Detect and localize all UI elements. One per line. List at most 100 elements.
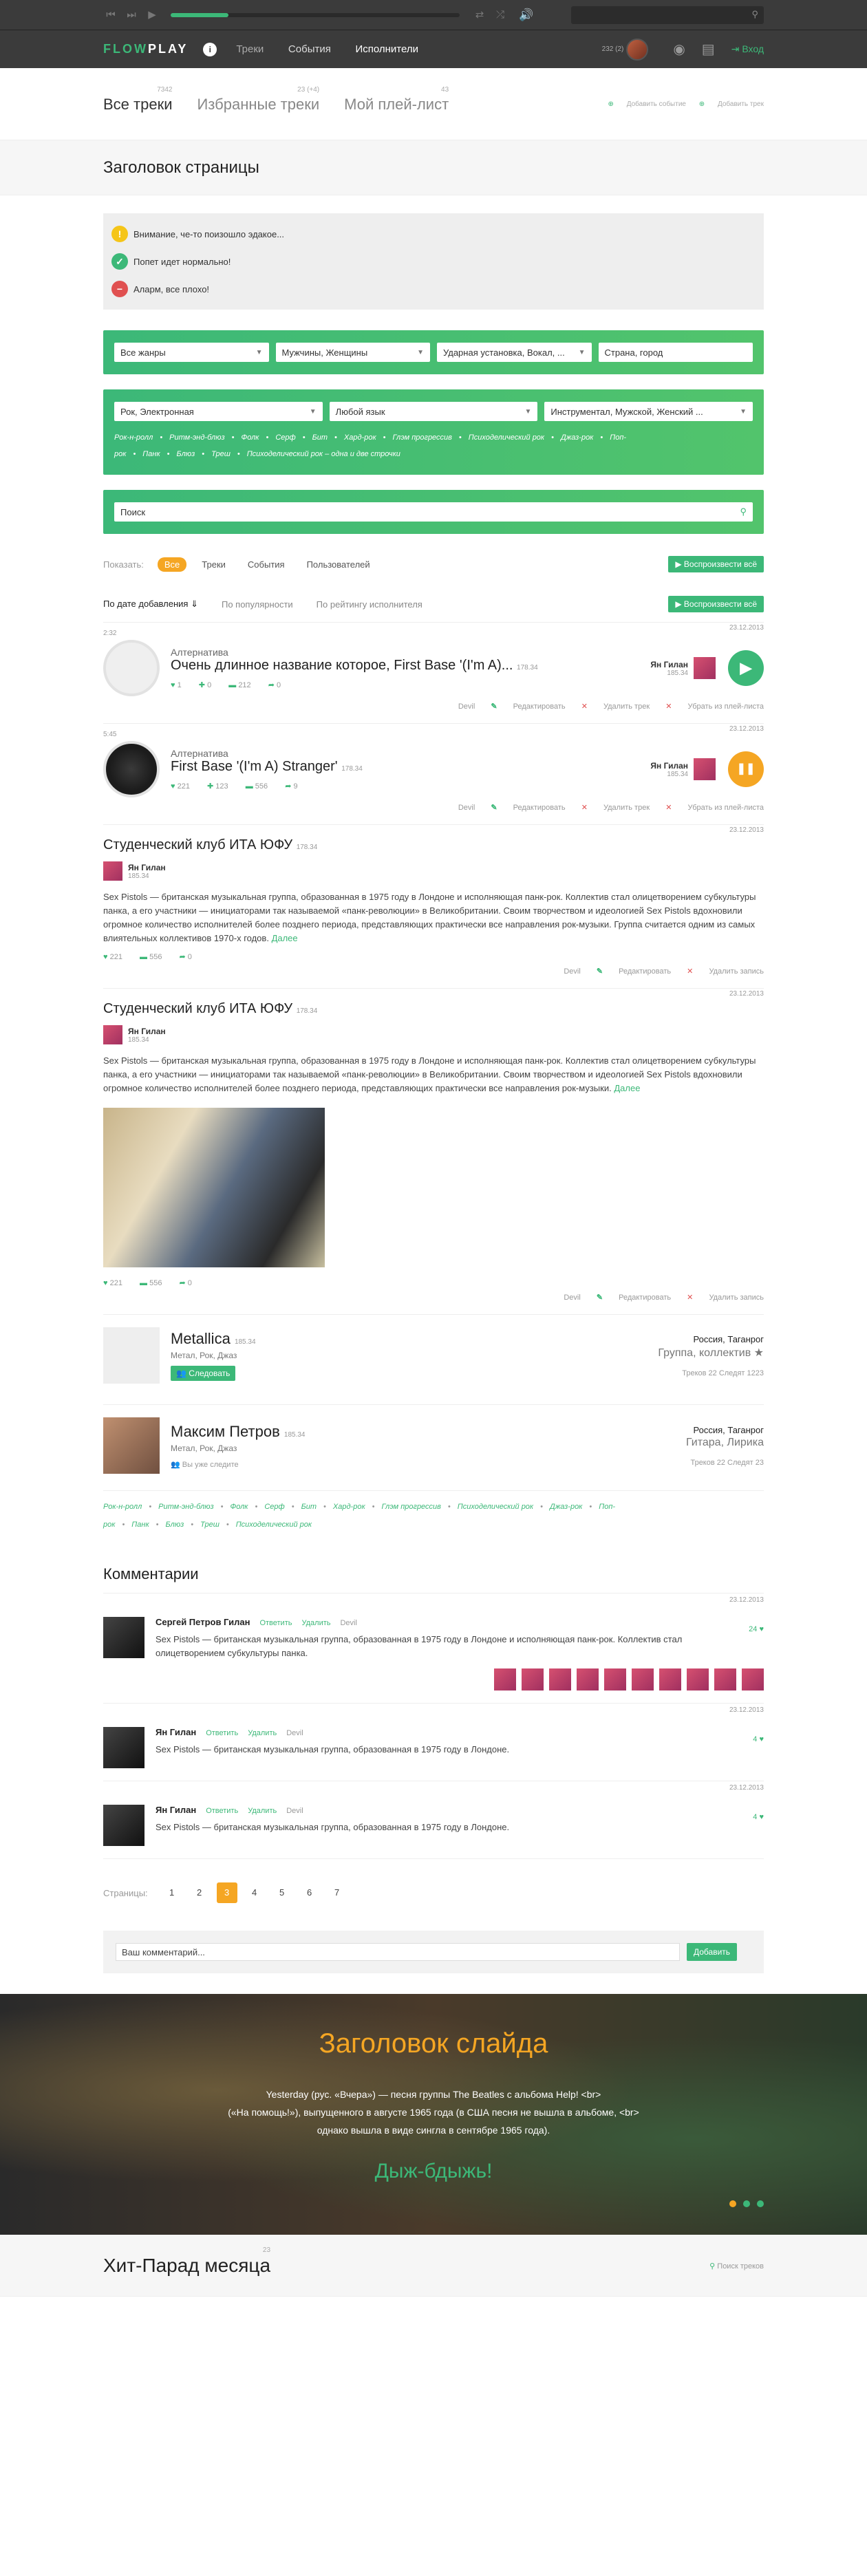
commenter-name[interactable]: Сергей Петров Гилан [156, 1617, 250, 1627]
liker-avatar[interactable] [714, 1668, 736, 1690]
liker-avatar[interactable] [687, 1668, 709, 1690]
post-title[interactable]: Студенческий клуб ИТА ЮФУ 178.34 [103, 837, 764, 853]
show-users[interactable]: Пользователей [307, 559, 370, 570]
track-cover[interactable] [103, 640, 160, 696]
add-track-link[interactable]: ⊕ Добавить трек [699, 100, 764, 108]
track-title[interactable]: First Base '(I'm A) Stranger' 178.34 [171, 759, 363, 775]
page-link[interactable]: 1 [162, 1882, 182, 1903]
tab-favorite-tracks[interactable]: Избранные треки 23 (+4) [197, 86, 319, 114]
tag-link[interactable]: Психоделический рок [236, 1521, 312, 1529]
filter-tag[interactable]: Серф [275, 433, 295, 442]
player-search-input[interactable]: ⚲ [571, 6, 764, 24]
read-more-link[interactable]: Далее [614, 1083, 640, 1093]
filter-tag[interactable]: Фолк [241, 433, 259, 442]
commenter-avatar[interactable] [103, 1805, 144, 1846]
delete-comment-link[interactable]: Удалить [248, 1807, 277, 1815]
devil-link[interactable]: Devil [286, 1729, 303, 1737]
tag-link[interactable]: Джаз-рок [550, 1503, 582, 1511]
file-icon[interactable]: ▤ [702, 41, 715, 58]
filter-tag[interactable]: Глэм прогрессив [393, 433, 452, 442]
style-select[interactable]: Рок, Электронная ▼ [114, 402, 323, 421]
tag-link[interactable]: Глэм прогрессив [382, 1503, 441, 1511]
login-link[interactable]: ⇥ Вход [731, 43, 764, 55]
tag-link[interactable]: Рок-н-ролл [103, 1503, 142, 1511]
add-button[interactable]: ✚ 0 [199, 681, 211, 689]
post-author[interactable]: Ян Гилан 185.34 [103, 1025, 764, 1044]
like-button[interactable]: ♥ 221 [103, 953, 122, 961]
artist-photo[interactable] [103, 1417, 160, 1474]
commenter-name[interactable]: Ян Гилан [156, 1805, 196, 1815]
progress-bar[interactable] [171, 13, 460, 17]
filter-tag[interactable]: Блюз [177, 450, 195, 458]
devil-link[interactable]: Devil [340, 1619, 356, 1627]
read-more-link[interactable]: Далее [272, 933, 298, 943]
user-avatar[interactable] [626, 38, 649, 61]
tab-all-tracks[interactable]: Все треки 7342 [103, 86, 172, 114]
liker-avatar[interactable] [494, 1668, 516, 1690]
genre-select[interactable]: Все жанры ▼ [114, 343, 269, 362]
page-link[interactable]: 7 [327, 1882, 347, 1903]
filter-tag[interactable]: Треш [211, 450, 231, 458]
show-tracks[interactable]: Треки [202, 559, 226, 570]
vocal-select[interactable]: Инструментал, Мужской, Женский ... ▼ [544, 402, 753, 421]
page-link[interactable]: 2 [189, 1882, 210, 1903]
track-artist[interactable]: Ян Гилан 185.34 ❚❚ [650, 751, 764, 787]
location-input[interactable]: Страна, город [598, 343, 753, 362]
tag-link[interactable]: Панк [131, 1521, 149, 1529]
sort-by-rating[interactable]: По рейтингу исполнителя [317, 599, 422, 610]
add-event-link[interactable]: ⊕ Добавить событие [608, 100, 686, 108]
show-events[interactable]: События [248, 559, 285, 570]
filter-tag[interactable]: Психоделический рок [469, 433, 544, 442]
page-link[interactable]: 4 [244, 1882, 265, 1903]
reply-link[interactable]: Ответить [206, 1729, 238, 1737]
page-link[interactable]: 5 [272, 1882, 292, 1903]
volume-icon[interactable]: 🔊 [519, 8, 533, 22]
info-icon[interactable]: i [203, 42, 217, 56]
devil-link[interactable]: Devil [458, 702, 475, 711]
artist-avatar[interactable] [694, 758, 716, 780]
share-button[interactable]: ➦ 0 [180, 953, 192, 961]
tag-link[interactable]: Ритм-энд-блюз [158, 1503, 213, 1511]
like-button[interactable]: ♥ 1 [171, 681, 182, 689]
tag-link[interactable]: Треш [200, 1521, 220, 1529]
nav-item-artists[interactable]: Исполнители [355, 43, 418, 55]
delete-track-link[interactable]: ✕ Удалить трек [581, 804, 650, 812]
comment-likes[interactable]: 4 ♥ [753, 1813, 764, 1821]
add-comment-button[interactable]: Добавить [687, 1943, 738, 1961]
rewind-icon[interactable]: ⏮ [103, 8, 118, 23]
sort-by-popularity[interactable]: По популярности [222, 599, 293, 610]
artist-name[interactable]: Metallica 185.34 [171, 1330, 256, 1348]
play-all-button[interactable]: ▶ Воспроизвести всё [668, 556, 764, 572]
delete-post-link[interactable]: ✕ Удалить запись [687, 1294, 764, 1302]
gender-select[interactable]: Мужчины, Женщины ▼ [275, 343, 430, 362]
commenter-name[interactable]: Ян Гилан [156, 1727, 196, 1737]
liker-avatar[interactable] [549, 1668, 571, 1690]
devil-link[interactable]: Devil [564, 1294, 580, 1302]
instrument-select[interactable]: Ударная установка, Вокал, ... ▼ [437, 343, 592, 362]
slider-dot[interactable] [743, 2200, 750, 2207]
filter-tag[interactable]: Бит [312, 433, 328, 442]
comment-button[interactable]: ▬ 212 [228, 681, 250, 689]
filter-tag[interactable]: Рок-н-ролл [114, 433, 153, 442]
show-all[interactable]: Все [157, 557, 187, 572]
play-button[interactable]: ▶ [728, 650, 764, 686]
page-link[interactable]: 3 [216, 1882, 237, 1903]
follow-button[interactable]: 👥 Следовать [171, 1366, 236, 1381]
edit-link[interactable]: ✎ Редактировать [491, 804, 565, 812]
filter-tag[interactable]: Ритм-энд-блюз [169, 433, 224, 442]
commenter-avatar[interactable] [103, 1727, 144, 1768]
search-icon[interactable]: ⚲ [751, 9, 758, 20]
like-button[interactable]: ♥ 221 [103, 1279, 122, 1287]
tab-my-playlist[interactable]: Мой плей-лист 43 [344, 86, 449, 114]
search-input[interactable]: Поиск ⚲ [114, 502, 753, 522]
language-select[interactable]: Любой язык ▼ [329, 402, 538, 421]
nav-item-tracks[interactable]: Треки [236, 43, 264, 55]
tag-link[interactable]: Серф [264, 1503, 284, 1511]
search-tracks-link[interactable]: ⚲ Поиск треков [709, 2262, 764, 2271]
search-icon[interactable]: ⚲ [740, 506, 747, 517]
delete-track-link[interactable]: ✕ Удалить трек [581, 702, 650, 711]
comment-likes[interactable]: 24 ♥ [749, 1625, 764, 1633]
edit-link[interactable]: ✎ Редактировать [491, 702, 565, 711]
slider-dot[interactable] [757, 2200, 764, 2207]
tag-link[interactable]: Бит [301, 1503, 317, 1511]
